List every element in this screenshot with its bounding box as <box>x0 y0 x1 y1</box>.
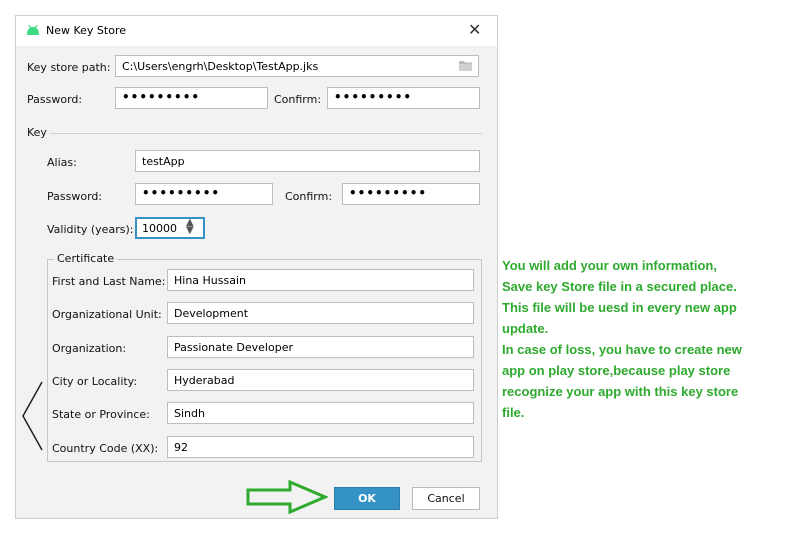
key-confirm-value: ••••••••• <box>349 186 428 200</box>
cert-label-state: State or Province: <box>52 408 150 421</box>
key-password-input[interactable]: ••••••••• <box>135 183 273 205</box>
arrow-right-icon <box>246 480 328 514</box>
key-group-label: Key <box>27 126 47 139</box>
alias-value: testApp <box>142 155 185 168</box>
state-value: Sindh <box>174 407 205 420</box>
password-label: Password: <box>27 93 83 106</box>
state-input[interactable]: Sindh <box>167 402 474 424</box>
annotation-line: Save key Store file in a secured place. <box>502 279 737 294</box>
validity-spinner[interactable]: 10000 <box>135 217 205 239</box>
cert-label-country: Country Code (XX): <box>52 442 159 455</box>
close-icon[interactable]: ✕ <box>468 20 481 39</box>
cert-label-org-unit: Organizational Unit: <box>52 308 162 321</box>
confirm-input[interactable]: ••••••••• <box>327 87 480 109</box>
confirm-value: ••••••••• <box>334 90 413 104</box>
key-confirm-input[interactable]: ••••••••• <box>342 183 480 205</box>
validity-value: 10000 <box>142 222 177 235</box>
password-value: ••••••••• <box>122 90 201 104</box>
key-group-divider <box>50 133 482 134</box>
annotation-line: You will add your own information, <box>502 258 717 273</box>
alias-label: Alias: <box>47 156 77 169</box>
org-unit-value: Development <box>174 307 249 320</box>
android-icon <box>27 25 39 35</box>
country-code-input[interactable]: 92 <box>167 436 474 458</box>
key-password-value: ••••••••• <box>142 186 221 200</box>
annotation-line: In case of loss, you have to create new <box>502 342 742 357</box>
first-last-name-input[interactable]: Hina Hussain <box>167 269 474 291</box>
certificate-label: Certificate <box>54 252 118 265</box>
folder-icon[interactable] <box>459 60 472 71</box>
validity-label: Validity (years): <box>47 223 134 236</box>
new-key-store-dialog: New Key Store ✕ Key store path: C:\Users… <box>15 15 498 519</box>
keystore-path-input[interactable]: C:\Users\engrh\Desktop\TestApp.jks <box>115 55 479 77</box>
confirm-label: Confirm: <box>274 93 322 106</box>
organization-input[interactable]: Passionate Developer <box>167 336 474 358</box>
key-confirm-label: Confirm: <box>285 190 333 203</box>
key-password-label: Password: <box>47 190 103 203</box>
cert-label-city: City or Locality: <box>52 375 138 388</box>
annotation-line: recognize your app with this key store <box>502 384 739 399</box>
alias-input[interactable]: testApp <box>135 150 480 172</box>
city-input[interactable]: Hyderabad <box>167 369 474 391</box>
title-bar: New Key Store ✕ <box>16 16 497 46</box>
annotation-note: You will add your own information, Save … <box>502 255 802 423</box>
ok-button[interactable]: OK <box>334 487 400 510</box>
city-value: Hyderabad <box>174 374 235 387</box>
annotation-line: app on play store,because play store <box>502 363 731 378</box>
cert-label-name: First and Last Name: <box>52 275 166 288</box>
keystore-path-value: C:\Users\engrh\Desktop\TestApp.jks <box>122 60 319 73</box>
cert-label-organization: Organization: <box>52 342 127 355</box>
dialog-title: New Key Store <box>46 24 127 37</box>
annotation-line: This file will be uesd in every new app <box>502 300 737 315</box>
annotation-line: update. <box>502 321 549 336</box>
password-input[interactable]: ••••••••• <box>115 87 268 109</box>
country-code-value: 92 <box>174 441 188 454</box>
org-unit-input[interactable]: Development <box>167 302 474 324</box>
annotation-line: file. <box>502 405 525 420</box>
keystore-path-label: Key store path: <box>27 61 111 74</box>
spinner-arrows-icon[interactable]: ▲ ▼ <box>186 218 194 236</box>
chevron-left-icon <box>22 381 43 451</box>
cancel-button[interactable]: Cancel <box>412 487 480 510</box>
first-last-name-value: Hina Hussain <box>174 274 247 287</box>
organization-value: Passionate Developer <box>174 341 293 354</box>
